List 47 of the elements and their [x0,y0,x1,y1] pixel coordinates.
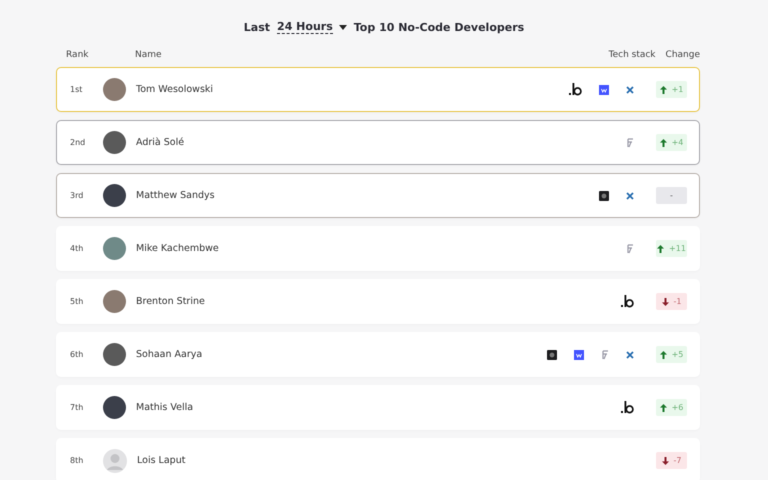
leaderboard-row[interactable]: 2nd Adrià Solé +4 [56,120,700,165]
developer-name: Brenton Strine [136,296,206,307]
change-value: +5 [672,350,684,359]
leaderboard-row[interactable]: 6th Sohaan Aarya +5 [56,332,700,377]
arrow-down-icon [662,298,668,306]
leaderboard-row[interactable]: 7th Mathis Vella +6 [56,385,700,430]
column-header: Name [135,50,163,60]
rank-label: 1st [70,85,84,94]
change-value: -7 [674,456,682,465]
rank-label: 8th [70,456,84,465]
rank-label: 3rd [70,191,84,200]
rank-label: 7th [70,403,84,412]
rank-label: 6th [70,350,84,359]
column-header: Rank [66,50,90,60]
developer-name: Lois Laput [137,455,186,466]
developer-name: Mike Kachembwe [136,243,220,254]
arrow-up-icon [657,244,664,252]
change-value: -1 [674,297,682,306]
leaderboard-row[interactable]: 1st Tom Wesolowski +1 [56,67,700,112]
column-header: Change [666,50,700,60]
leaderboard-row[interactable]: 8th Lois Laput -7 [56,438,700,480]
developer-name: Matthew Sandys [136,190,216,201]
developer-name: Mathis Vella [136,402,194,413]
title-prefix: Last [244,20,270,34]
arrow-up-icon [660,404,667,412]
developer-name: Tom Wesolowski [136,84,214,95]
arrow-up-icon [660,86,667,94]
column-header: Tech stack [608,50,656,60]
rank-label: 5th [70,297,84,306]
change-value: +4 [672,138,684,147]
developer-name: Sohaan Aarya [136,349,204,360]
change-value: - [670,191,673,200]
change-value: +6 [672,403,684,412]
leaderboard-row[interactable]: 4th Mike Kachembwe +11 [56,226,700,271]
arrow-up-icon [660,138,667,146]
developer-name: Adrià Solé [136,137,186,148]
period-dropdown[interactable]: 24 Hours [277,20,347,34]
rank-label: 4th [70,244,84,253]
change-value: +11 [669,244,686,253]
leaderboard-row[interactable]: 5th Brenton Strine -1 [56,279,700,324]
change-value: +1 [672,85,684,94]
leaderboard-row[interactable]: 3rd Matthew Sandys - [56,173,700,218]
leaderboard-title: Top 10 No-Code Developers [354,20,524,34]
arrow-down-icon [662,456,668,464]
caret-icon [338,24,347,30]
rank-label: 2nd [70,138,86,147]
arrow-up-icon [660,350,667,358]
